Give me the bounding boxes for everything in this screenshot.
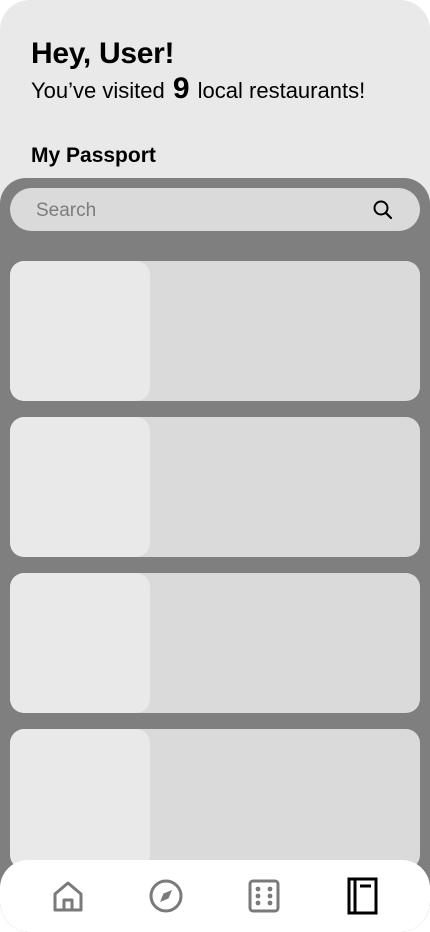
home-icon [50, 878, 86, 914]
nav-explore-button[interactable] [146, 876, 186, 916]
search-icon[interactable] [372, 199, 394, 221]
visited-count: 9 [172, 72, 190, 105]
restaurant-thumbnail [10, 573, 150, 713]
passport-card[interactable] [10, 261, 420, 401]
bottom-navigation [0, 860, 430, 932]
search-input[interactable] [34, 188, 358, 233]
visited-prefix: You’ve visited [31, 78, 165, 103]
passport-section-title: My Passport [31, 144, 156, 167]
search-bar[interactable] [10, 188, 420, 233]
greeting-header: Hey, User! You’ve visited 9 local restau… [31, 36, 410, 108]
restaurant-thumbnail [10, 261, 150, 401]
visited-summary: You’ve visited 9 local restaurants! [31, 72, 410, 108]
nav-random-button[interactable] [244, 876, 284, 916]
restaurant-thumbnail [10, 417, 150, 557]
nav-home-button[interactable] [48, 876, 88, 916]
passport-card[interactable] [10, 573, 420, 713]
nav-passport-button[interactable] [342, 876, 382, 916]
passport-panel [0, 178, 430, 932]
passport-card[interactable] [10, 417, 420, 557]
app-screen: Hey, User! You’ve visited 9 local restau… [0, 0, 430, 932]
visited-suffix: local restaurants! [197, 78, 366, 103]
restaurant-thumbnail [10, 729, 150, 869]
passport-card[interactable] [10, 729, 420, 869]
compass-icon [148, 878, 184, 914]
passport-book-icon [344, 877, 380, 915]
greeting-title: Hey, User! [31, 37, 175, 70]
dice-icon [246, 878, 282, 914]
